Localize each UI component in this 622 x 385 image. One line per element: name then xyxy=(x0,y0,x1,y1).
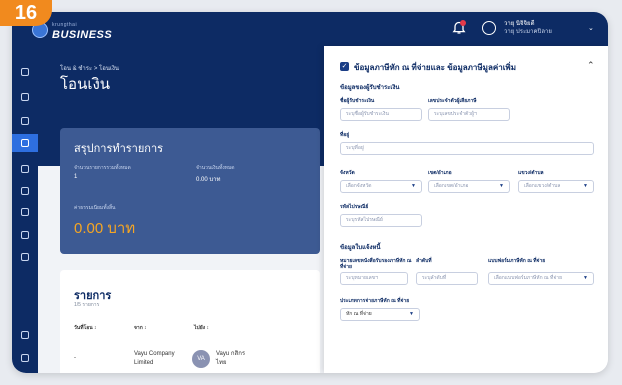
address-input[interactable]: ระบุที่อยู่ xyxy=(340,142,594,155)
avatar: VA xyxy=(192,350,210,368)
column-from[interactable]: จาก ↕ xyxy=(134,324,147,332)
fee-label: ค่าธรรมเนียมทั้งสิ้น xyxy=(74,205,116,211)
document-icon[interactable] xyxy=(19,206,31,218)
zip-input[interactable]: ระบุรหัสไปรษณีย์ xyxy=(340,214,422,227)
card-icon[interactable] xyxy=(19,115,31,127)
payee-name-input[interactable]: ระบุชื่อผู้รับชำระเงิน xyxy=(340,108,422,121)
cert-number-input[interactable]: ระบุหมายเลขฯ xyxy=(340,272,408,285)
settings-icon[interactable] xyxy=(19,251,31,263)
column-date[interactable]: วันที่โอน ↕ xyxy=(74,324,97,332)
transfer-icon[interactable] xyxy=(12,134,38,152)
row-to: Vayu กสิกรไทย xyxy=(216,351,246,366)
sequence-label: ลำดับที่ xyxy=(416,258,432,264)
count-label: จำนวนรายการรวมทั้งหมด xyxy=(74,165,131,171)
user-avatar-icon[interactable] xyxy=(482,21,496,35)
logout-icon[interactable] xyxy=(19,352,31,364)
chevron-down-icon: ▼ xyxy=(583,183,588,189)
list-count: 1/5 รายการ xyxy=(74,302,100,308)
sidebar xyxy=(12,46,38,373)
tax-id-input[interactable]: ระบุเลขประจำตัวผู้ฯ xyxy=(428,108,510,121)
transaction-list: รายการ 1/5 รายการ วันที่โอน ↕ จาก ↕ ไปยั… xyxy=(60,270,320,373)
province-label: จังหวัด xyxy=(340,170,355,176)
total-value: 0.00 บาท xyxy=(196,177,221,183)
column-to[interactable]: ไปยัง ↕ xyxy=(194,324,209,332)
cert-number-label: หมายเลขหนังสือรับรองภาษีหัก ณ ที่จ่าย xyxy=(340,258,412,270)
province-select[interactable]: เลือกจังหวัด ▼ xyxy=(340,180,422,193)
chevron-down-icon: ▼ xyxy=(411,183,416,189)
sequence-input[interactable]: ระบุลำดับที่ xyxy=(416,272,478,285)
address-label: ที่อยู่ xyxy=(340,132,350,138)
chevron-up-icon[interactable]: ⌃ xyxy=(587,60,595,71)
help-icon[interactable] xyxy=(19,329,31,341)
page-title: โอนเงิน xyxy=(60,76,111,93)
notification-dot xyxy=(460,20,466,26)
row-from: Vayu Company Limited xyxy=(134,351,175,366)
payment-type-label: ประเภทการจ่ายภาษีหัก ณ ที่จ่าย xyxy=(340,298,410,304)
tax-id-label: เลขประจำตัวผู้เสียภาษี xyxy=(428,98,477,104)
subdistrict-label: แขวง/ตำบล xyxy=(518,170,544,176)
user-info[interactable]: วายุ นิจิจิยดี วายุ ประมาคปิลาย xyxy=(504,20,552,36)
home-icon[interactable] xyxy=(19,66,31,78)
fee-amount: 0.00 บาท xyxy=(74,220,136,237)
main-content: โอน & ชำระ > โอนเงิน โอนเงิน สรุปการทำรา… xyxy=(38,46,608,373)
payee-name-label: ชื่อผู้รับชำระเงิน xyxy=(340,98,375,104)
form-type-select[interactable]: เลือกแบบฟอร์มภาษีหัก ณ ที่จ่าย ▼ xyxy=(488,272,594,285)
payment-type-select[interactable]: หัก ณ ที่จ่าย ▼ xyxy=(340,308,420,321)
summary-card: สรุปการทำรายการ จำนวนรายการรวมทั้งหมด 1 … xyxy=(60,128,320,254)
tax-info-panel: ✓ ข้อมูลภาษีหัก ณ ที่จ่ายและ ข้อมูลภาษีม… xyxy=(324,46,608,373)
form-type-label: แบบฟอร์มภาษีหัก ณ ที่จ่าย xyxy=(488,258,546,264)
chevron-down-icon[interactable]: ⌄ xyxy=(588,24,594,32)
chevron-down-icon: ▼ xyxy=(409,311,414,317)
panel-title: ข้อมูลภาษีหัก ณ ที่จ่ายและ ข้อมูลภาษีมูล… xyxy=(354,63,516,72)
folder-icon[interactable] xyxy=(19,163,31,175)
app-window: krungthai BUSINESS วายุ นิจิจิยดี วายุ ประ… xyxy=(12,12,608,373)
logo-text: krungthai BUSINESS xyxy=(52,22,113,41)
subdistrict-select[interactable]: เลือกแขวง/ตำบล ▼ xyxy=(518,180,594,193)
count-value: 1 xyxy=(74,174,78,180)
step-badge: 16 xyxy=(0,0,52,26)
summary-title: สรุปการทำรายการ xyxy=(74,143,164,155)
chevron-down-icon: ▼ xyxy=(499,183,504,189)
section-invoice: ข้อมูลใบแจ้งหนี้ xyxy=(340,245,381,251)
row-date: - xyxy=(74,355,76,361)
section-payee: ข้อมูลของผู้รับชำระเงิน xyxy=(340,85,400,91)
total-label: จำนวนเงินทั้งหมด xyxy=(196,165,235,171)
top-bar: krungthai BUSINESS วายุ นิจิจิยดี วายุ ประ… xyxy=(12,12,608,46)
district-select[interactable]: เลือกเขต/อำเภอ ▼ xyxy=(428,180,510,193)
users-icon[interactable] xyxy=(19,229,31,241)
chevron-down-icon: ▼ xyxy=(583,275,588,281)
checkbox-icon[interactable]: ✓ xyxy=(340,62,349,71)
chart-icon[interactable] xyxy=(19,185,31,197)
district-label: เขต/อำเภอ xyxy=(428,170,452,176)
calendar-icon[interactable] xyxy=(19,91,31,103)
zip-label: รหัสไปรษณีย์ xyxy=(340,204,369,210)
